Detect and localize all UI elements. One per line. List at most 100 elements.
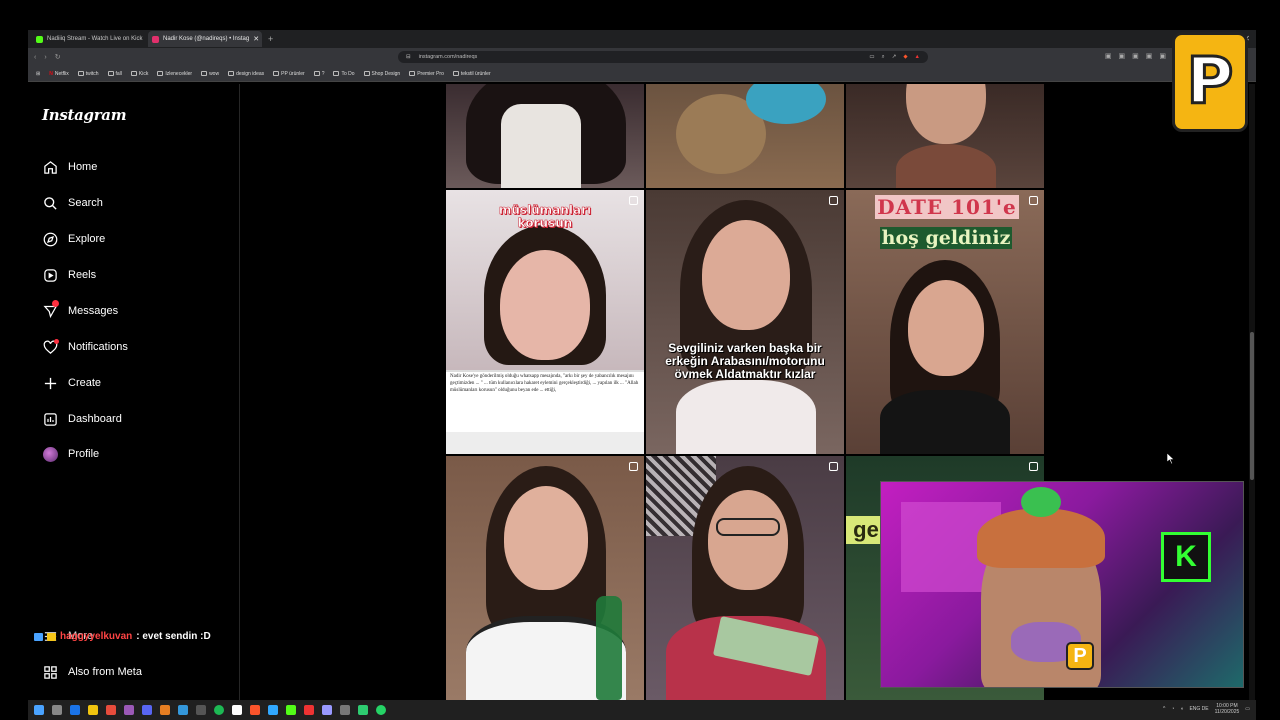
site-info-icon[interactable]: ⊟ bbox=[406, 54, 411, 60]
p-logo-mic-icon: P bbox=[1066, 642, 1094, 670]
post-tile[interactable] bbox=[446, 456, 644, 700]
post-tile[interactable] bbox=[846, 84, 1044, 188]
zoom-icon[interactable]: ⌕ bbox=[882, 54, 885, 61]
back-icon[interactable]: ‹ bbox=[34, 54, 36, 61]
bookmark-item[interactable]: PP ürünler bbox=[273, 71, 305, 77]
nav-messages[interactable]: Messages bbox=[42, 300, 118, 319]
bookmarks-bar: ⊞ N Netflix twitch fall Kick Izlenecekler… bbox=[28, 66, 1256, 82]
nav-home[interactable]: Home bbox=[42, 159, 97, 175]
badge-icon bbox=[34, 632, 43, 641]
bookmark-item[interactable]: tekstil ürünler bbox=[452, 71, 491, 77]
tab-instagram[interactable]: Nadir Kose (@nadireqs) • Instag ✕ bbox=[148, 31, 262, 47]
app-icon[interactable] bbox=[124, 705, 134, 715]
file-explorer-icon[interactable] bbox=[88, 705, 98, 715]
extension-icon[interactable]: ▣ bbox=[1119, 52, 1126, 60]
reel-icon bbox=[629, 196, 638, 205]
close-tab-icon[interactable]: ✕ bbox=[253, 35, 259, 43]
cast-icon[interactable]: ▭ bbox=[869, 54, 874, 61]
nav-label: Notifications bbox=[68, 341, 128, 353]
extension-icon[interactable]: ▣ bbox=[1105, 52, 1112, 60]
app-icon[interactable] bbox=[232, 705, 242, 715]
tab-kick[interactable]: Nadiiiq Stream - Watch Live on Kick bbox=[32, 31, 146, 47]
scrollbar-thumb[interactable] bbox=[1250, 332, 1254, 480]
language-indicator[interactable]: ENG DE bbox=[1189, 706, 1208, 712]
caption-text: hoş geldiniz bbox=[879, 227, 1013, 249]
bookmark-item[interactable]: Premier Pro bbox=[409, 71, 444, 77]
bookmark-item[interactable]: N Netflix bbox=[49, 71, 69, 77]
post-tile[interactable] bbox=[646, 84, 844, 188]
brave-icon[interactable] bbox=[250, 705, 260, 715]
tab-bar: Nadiiiq Stream - Watch Live on Kick Nadi… bbox=[28, 30, 1256, 48]
reload-icon[interactable]: ↻ bbox=[55, 53, 61, 61]
brave-rewards-icon[interactable]: ▲ bbox=[915, 54, 920, 61]
bookmark-item[interactable]: ? bbox=[313, 71, 324, 77]
top-garment bbox=[676, 380, 816, 454]
post-caption: Sevgiliniz varken başka bir erkeğin Arab… bbox=[665, 341, 825, 382]
post-tile[interactable]: DATE 101'e hoş geldiniz bbox=[846, 190, 1044, 454]
instagram-logo[interactable]: Instagram bbox=[42, 106, 127, 124]
bookmark-item[interactable]: Shop Design bbox=[363, 71, 400, 77]
bookmark-item[interactable]: wow bbox=[201, 71, 219, 77]
app-icon[interactable] bbox=[304, 705, 314, 715]
meta-grid-icon bbox=[42, 664, 58, 680]
app-icon[interactable] bbox=[178, 705, 188, 715]
app-icon[interactable] bbox=[70, 705, 80, 715]
post-tile[interactable] bbox=[446, 84, 644, 188]
extension-icon[interactable]: ▣ bbox=[1132, 52, 1139, 60]
app-icon[interactable] bbox=[340, 705, 350, 715]
streamer-hair bbox=[977, 508, 1105, 568]
bookmark-item[interactable]: Izlenecekler bbox=[157, 71, 192, 77]
spotify-icon[interactable] bbox=[214, 705, 224, 715]
app-icon[interactable] bbox=[358, 705, 368, 715]
extension-icon[interactable]: ▣ bbox=[1159, 52, 1166, 60]
green-hat bbox=[1021, 487, 1061, 517]
task-view-icon[interactable] bbox=[52, 705, 62, 715]
bookmark-item[interactable]: twitch bbox=[77, 71, 99, 77]
discord-icon[interactable] bbox=[142, 705, 152, 715]
heart-icon bbox=[42, 339, 59, 355]
nav-search[interactable]: Search bbox=[42, 195, 103, 211]
volume-icon[interactable]: ◖ bbox=[1180, 706, 1183, 712]
url-field[interactable]: ⊟ instagram.com/nadireqs ▭ ⌕ ↗ ◆ ▲ bbox=[398, 51, 928, 63]
brave-shield-icon[interactable]: ◆ bbox=[903, 54, 907, 61]
tray-expand-icon[interactable]: ^ bbox=[1163, 706, 1165, 712]
bookmark-item[interactable]: Kick bbox=[130, 71, 148, 77]
nav-dashboard[interactable]: Dashboard bbox=[42, 411, 122, 427]
clock[interactable]: 10:00 PM 11/20/2025 bbox=[1215, 703, 1240, 715]
notification-center-icon[interactable]: ▭ bbox=[1245, 706, 1250, 712]
messages-icon bbox=[42, 300, 59, 319]
wifi-icon[interactable]: ◔ bbox=[1171, 706, 1174, 712]
bookmark-item[interactable]: design ideas bbox=[228, 71, 264, 77]
whatsapp-icon[interactable] bbox=[376, 705, 386, 715]
windows-taskbar: ^ ◔ ◖ ENG DE 10:00 PM 11/20/2025 ▭ bbox=[28, 700, 1256, 720]
nav-also-from-meta[interactable]: Also from Meta bbox=[42, 664, 142, 680]
nav-profile[interactable]: Profile bbox=[42, 446, 99, 462]
bookmark-item[interactable]: fall bbox=[107, 71, 122, 77]
green-bottle bbox=[596, 596, 622, 700]
extension-icon[interactable]: ▣ bbox=[1146, 52, 1153, 60]
address-bar: ‹ › ↻ ⊟ instagram.com/nadireqs ▭ ⌕ ↗ ◆ ▲… bbox=[28, 48, 1256, 66]
nav-create[interactable]: Create bbox=[42, 375, 101, 391]
apps-grid-icon[interactable]: ⊞ bbox=[36, 71, 40, 77]
start-icon[interactable] bbox=[34, 705, 44, 715]
post-tile[interactable] bbox=[646, 456, 844, 700]
post-tile[interactable]: müslümanları korusun Nadir Kose'ye gönde… bbox=[446, 190, 644, 454]
app-icon[interactable] bbox=[106, 705, 116, 715]
forward-icon[interactable]: › bbox=[44, 54, 46, 61]
photoshop-icon[interactable] bbox=[268, 705, 278, 715]
post-caption-line1: DATE 101'e bbox=[862, 195, 1032, 219]
app-icon[interactable] bbox=[196, 705, 206, 715]
share-icon[interactable]: ↗ bbox=[892, 54, 897, 61]
extensions-bar: ▣ ▣ ▣ ▣ ▣ bbox=[1105, 52, 1166, 60]
post-tile[interactable]: Sevgiliniz varken başka bir erkeğin Arab… bbox=[646, 190, 844, 454]
app-icon[interactable] bbox=[160, 705, 170, 715]
app-icon[interactable] bbox=[286, 705, 296, 715]
bookmark-item[interactable]: To Do bbox=[333, 71, 355, 77]
nav-notifications[interactable]: Notifications bbox=[42, 339, 128, 355]
new-tab-button[interactable]: + bbox=[268, 34, 273, 44]
premiere-icon[interactable] bbox=[322, 705, 332, 715]
folder-icon bbox=[313, 71, 320, 76]
top-garment bbox=[501, 104, 581, 188]
nav-reels[interactable]: Reels bbox=[42, 267, 96, 283]
nav-explore[interactable]: Explore bbox=[42, 231, 105, 247]
